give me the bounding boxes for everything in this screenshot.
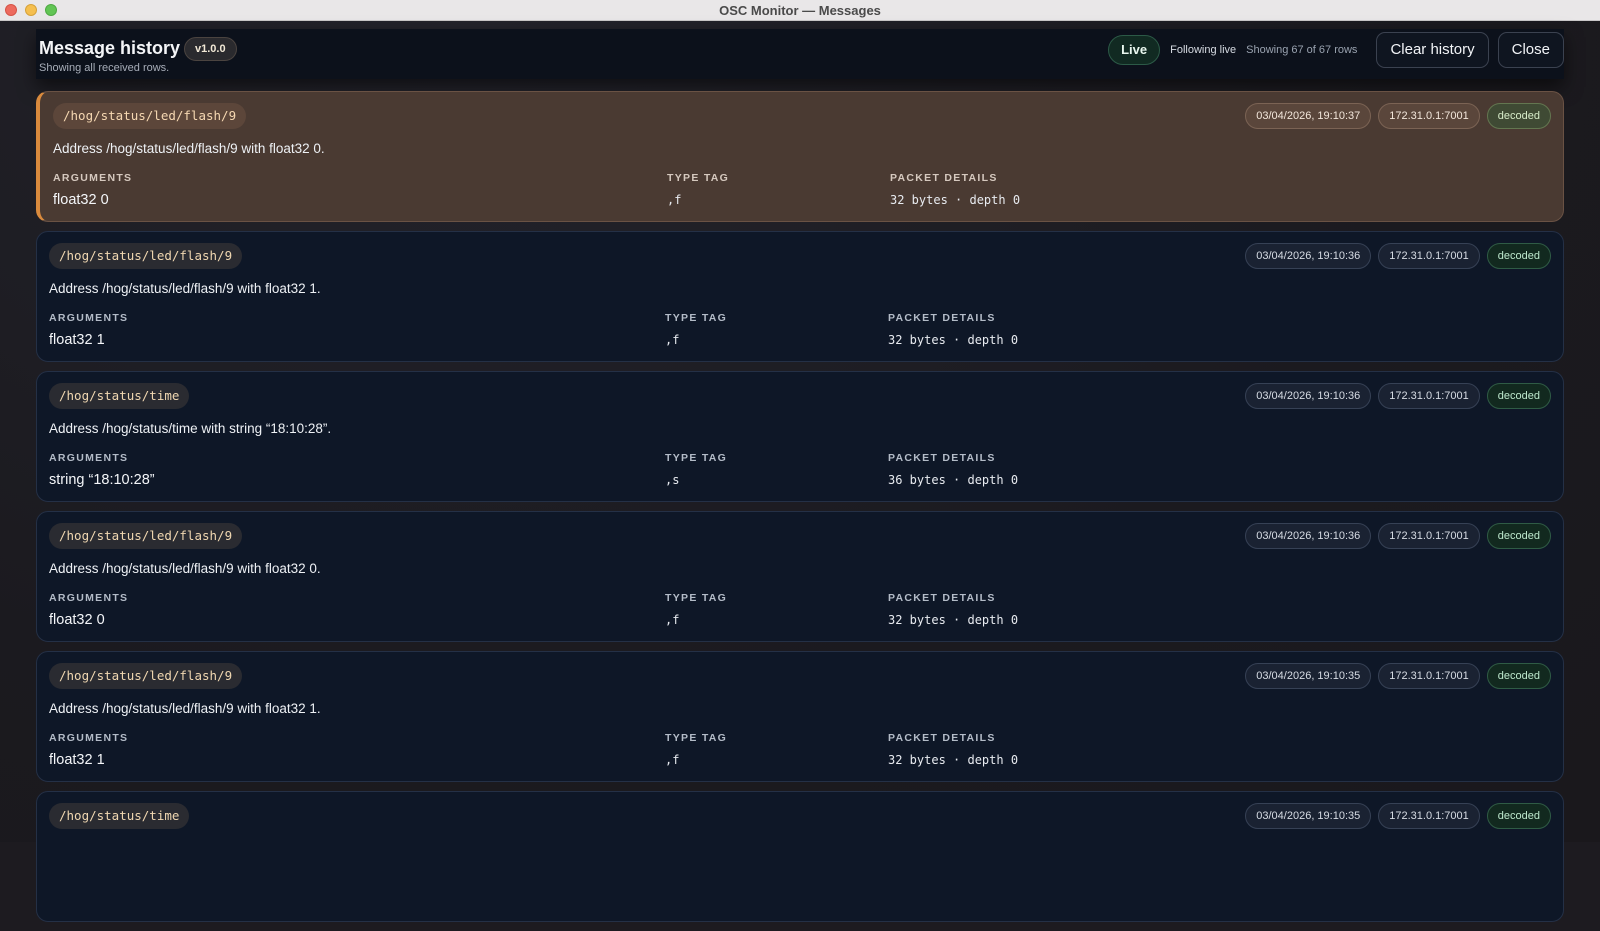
status-badge: decoded [1486,243,1551,269]
timestamp-badge: 03/04/2026, 19:10:36 [1245,523,1372,549]
close-button[interactable]: Close [1497,32,1564,68]
message-meta: 03/04/2026, 19:10:37 172.31.0.1:7001 dec… [1245,103,1551,129]
message-card[interactable]: /hog/status/led/flash/9 03/04/2026, 19:1… [36,651,1564,782]
status-badge: decoded [1486,663,1551,689]
version-badge: v1.0.0 [184,37,237,61]
message-meta: 03/04/2026, 19:10:35 172.31.0.1:7001 dec… [1245,663,1551,689]
packet-details-label: PACKET DETAILS [890,172,998,184]
status-badge: decoded [1486,523,1551,549]
packet-details-value: 32 bytes · depth 0 [888,333,1019,347]
row-count-label: Showing 67 of 67 rows [1246,44,1358,56]
status-badge: decoded [1486,803,1551,829]
source-badge: 172.31.0.1:7001 [1378,243,1480,269]
arguments-value: float32 0 [53,192,109,208]
message-card[interactable]: /hog/status/led/flash/9 03/04/2026, 19:1… [36,511,1564,642]
type-tag-label: TYPE TAG [665,312,728,324]
message-description: Address /hog/status/led/flash/9 with flo… [49,281,321,296]
address-chip: /hog/status/led/flash/9 [49,523,243,549]
type-tag-value: ,f [665,753,680,767]
status-badge: decoded [1486,383,1551,409]
packet-details-label: PACKET DETAILS [888,732,996,744]
packet-details-value: 32 bytes · depth 0 [890,193,1021,207]
packet-details-label: PACKET DETAILS [888,452,996,464]
message-card[interactable]: /hog/status/led/flash/9 03/04/2026, 19:1… [36,91,1564,222]
message-description: Address /hog/status/time with string “18… [49,421,332,436]
status-badge: decoded [1486,103,1551,129]
type-tag-value: ,f [665,613,680,627]
page-title: Message history [39,38,181,58]
source-badge: 172.31.0.1:7001 [1378,523,1480,549]
type-tag-value: ,s [665,473,680,487]
source-badge: 172.31.0.1:7001 [1378,803,1480,829]
zoom-window-icon[interactable] [45,4,57,16]
window-titlebar: OSC Monitor — Messages [0,0,1600,21]
message-card[interactable]: /hog/status/time 03/04/2026, 19:10:36 17… [36,371,1564,502]
packet-details-value: 32 bytes · depth 0 [888,753,1019,767]
packet-details-value: 36 bytes · depth 0 [888,473,1019,487]
message-card[interactable]: /hog/status/time 03/04/2026, 19:10:35 17… [36,791,1564,922]
message-description: Address /hog/status/led/flash/9 with flo… [49,561,321,576]
address-chip: /hog/status/time [49,383,190,409]
timestamp-badge: 03/04/2026, 19:10:35 [1245,663,1372,689]
type-tag-value: ,f [665,333,680,347]
timestamp-badge: 03/04/2026, 19:10:35 [1245,803,1372,829]
arguments-label: ARGUMENTS [53,172,133,184]
timestamp-badge: 03/04/2026, 19:10:36 [1245,243,1372,269]
packet-details-value: 32 bytes · depth 0 [888,613,1019,627]
source-badge: 172.31.0.1:7001 [1378,663,1480,689]
message-description: Address /hog/status/led/flash/9 with flo… [53,141,325,156]
source-badge: 172.31.0.1:7001 [1378,383,1480,409]
address-chip: /hog/status/led/flash/9 [49,663,243,689]
arguments-value: string “18:10:28” [49,472,155,488]
arguments-value: float32 1 [49,752,105,768]
message-card[interactable]: /hog/status/led/flash/9 03/04/2026, 19:1… [36,231,1564,362]
address-chip: /hog/status/led/flash/9 [49,243,243,269]
arguments-label: ARGUMENTS [49,452,129,464]
message-meta: 03/04/2026, 19:10:36 172.31.0.1:7001 dec… [1245,383,1551,409]
live-status-badge[interactable]: Live [1108,35,1161,65]
following-live-label: Following live [1170,44,1237,56]
packet-details-label: PACKET DETAILS [888,592,996,604]
source-badge: 172.31.0.1:7001 [1378,103,1480,129]
history-header: Message history v1.0.0 Showing all recei… [36,29,1564,79]
type-tag-label: TYPE TAG [667,172,730,184]
window-title: OSC Monitor — Messages [719,2,881,18]
app-content: Message history v1.0.0 Showing all recei… [0,21,1600,922]
address-chip: /hog/status/time [49,803,190,829]
arguments-label: ARGUMENTS [49,312,129,324]
close-window-icon[interactable] [5,4,17,16]
type-tag-label: TYPE TAG [665,732,728,744]
page-subtitle: Showing all received rows. [39,62,170,74]
minimize-window-icon[interactable] [25,4,37,16]
timestamp-badge: 03/04/2026, 19:10:36 [1245,383,1372,409]
address-chip: /hog/status/led/flash/9 [53,103,247,129]
message-meta: 03/04/2026, 19:10:36 172.31.0.1:7001 dec… [1245,523,1551,549]
timestamp-badge: 03/04/2026, 19:10:37 [1245,103,1372,129]
header-actions: Live Following live Showing 67 of 67 row… [1108,32,1564,68]
arguments-label: ARGUMENTS [49,732,129,744]
message-meta: 03/04/2026, 19:10:36 172.31.0.1:7001 dec… [1245,243,1551,269]
message-meta: 03/04/2026, 19:10:35 172.31.0.1:7001 dec… [1245,803,1551,829]
message-description: Address /hog/status/led/flash/9 with flo… [49,701,321,716]
arguments-value: float32 0 [49,612,105,628]
type-tag-label: TYPE TAG [665,592,728,604]
message-list[interactable]: /hog/status/led/flash/9 03/04/2026, 19:1… [36,91,1564,931]
type-tag-label: TYPE TAG [665,452,728,464]
window-controls [5,4,57,16]
arguments-value: float32 1 [49,332,105,348]
type-tag-value: ,f [667,193,682,207]
arguments-label: ARGUMENTS [49,592,129,604]
clear-history-button[interactable]: Clear history [1376,32,1489,68]
packet-details-label: PACKET DETAILS [888,312,996,324]
